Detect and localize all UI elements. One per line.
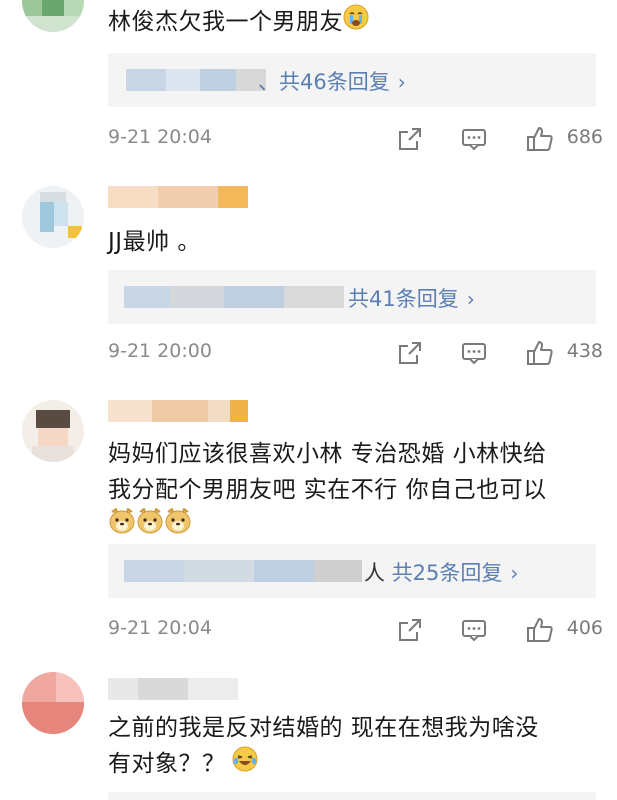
blurred-username[interactable] [108, 678, 238, 700]
blurred-replier-names [126, 69, 266, 91]
comment-footer: 9-21 20:04 686 [108, 124, 603, 154]
avatar[interactable] [22, 186, 84, 248]
comment-text: 林俊杰欠我一个男朋友 [108, 4, 603, 41]
reply-preview[interactable] [108, 792, 596, 800]
reply-count-link[interactable]: 人 共25条回复 › [364, 557, 518, 587]
comment-bubble-icon[interactable] [459, 124, 489, 154]
doge-icon [164, 507, 192, 545]
reply-preview[interactable]: 人 共25条回复 › [108, 544, 596, 598]
chevron-right-icon: › [397, 70, 406, 94]
comment-text-line: 有对象？？ [108, 751, 226, 777]
reply-count-label: 共25条回复 [391, 561, 503, 585]
comment-text: 妈妈们应该很喜欢小林 专治恐婚 小林快给 我分配个男朋友吧 实在不行 你自己也可… [108, 436, 603, 544]
avatar[interactable] [22, 400, 84, 462]
blurred-replier-names [124, 560, 362, 582]
share-box-icon[interactable] [395, 338, 425, 368]
thumbs-up-icon[interactable] [525, 338, 555, 368]
avatar[interactable] [22, 672, 84, 734]
reply-preview[interactable]: 、共46条回复 › [108, 53, 596, 107]
blurred-username[interactable] [108, 400, 248, 422]
comment-footer: 9-21 20:00 438 [108, 338, 603, 368]
thumbs-up-icon[interactable] [525, 124, 555, 154]
chevron-right-icon: › [510, 561, 519, 585]
comment-footer: 9-21 20:04 406 [108, 615, 603, 645]
comment-time: 9-21 20:00 [108, 340, 212, 362]
doge-icon [136, 507, 164, 545]
comment-bubble-icon[interactable] [459, 615, 489, 645]
thumbs-up-icon[interactable] [525, 615, 555, 645]
comment-text-line: 林俊杰欠我一个男朋友 [108, 9, 343, 35]
blurred-username[interactable] [108, 186, 248, 208]
reply-preview[interactable]: 共41条回复 › [108, 270, 596, 324]
like-count: 686 [566, 126, 603, 148]
like-count: 438 [566, 340, 603, 362]
doge-icon [108, 507, 136, 545]
comment-text: JJ最帅 。 [108, 224, 603, 260]
comment-text-line: 之前的我是反对结婚的 现在在想我为啥没 [108, 715, 539, 741]
avatar[interactable] [22, 0, 84, 32]
comment-text-line: JJ最帅 。 [108, 229, 201, 255]
crying-face-icon [343, 4, 369, 41]
comment-text-line: 我分配个男朋友吧 实在不行 你自己也可以 [108, 477, 547, 503]
reply-count-link[interactable]: 、共46条回复 › [258, 66, 406, 96]
comment-text-line: 妈妈们应该很喜欢小林 专治恐婚 小林快给 [108, 441, 547, 467]
doge-emoji-row [108, 507, 603, 545]
comment-time: 9-21 20:04 [108, 126, 212, 148]
chevron-right-icon: › [466, 287, 475, 311]
reply-suffix-text: 人 [364, 561, 385, 585]
reply-count-label: 共41条回复 [348, 287, 459, 311]
laughing-crying-face-icon [232, 746, 258, 783]
comment-time: 9-21 20:04 [108, 617, 212, 639]
reply-count-link[interactable]: 共41条回复 › [348, 283, 475, 313]
comment-bubble-icon[interactable] [459, 338, 489, 368]
comment-text: 之前的我是反对结婚的 现在在想我为啥没 有对象？？ [108, 710, 603, 783]
like-count: 406 [566, 617, 603, 639]
share-box-icon[interactable] [395, 615, 425, 645]
blurred-replier-names [124, 286, 344, 308]
reply-count-label: 、共46条回复 [258, 70, 390, 94]
share-box-icon[interactable] [395, 124, 425, 154]
